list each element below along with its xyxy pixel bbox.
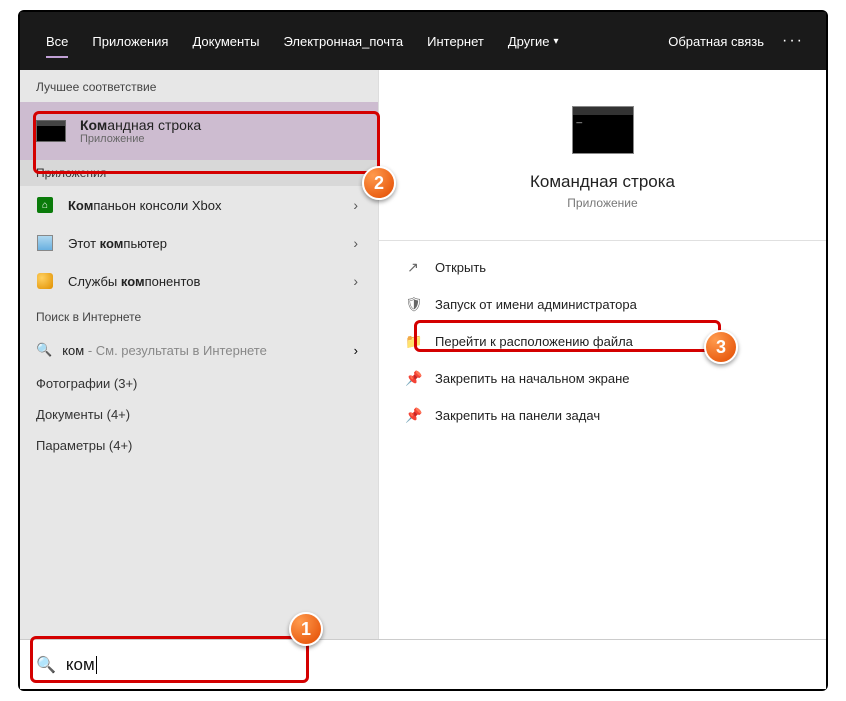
tab-apps[interactable]: Приложения bbox=[80, 12, 180, 70]
chevron-right-icon: › bbox=[353, 273, 358, 289]
folder-icon: 📁 bbox=[405, 333, 421, 350]
category-photos[interactable]: Фотографии (3+) bbox=[20, 368, 378, 399]
search-bar[interactable]: 🔍 ком bbox=[20, 639, 826, 689]
shield-icon: 🛡 bbox=[405, 296, 421, 313]
section-web-search: Поиск в Интернете bbox=[20, 300, 378, 332]
tab-bar: Все Приложения Документы Электронная_поч… bbox=[20, 12, 826, 70]
feedback-link[interactable]: Обратная связь bbox=[658, 34, 774, 49]
pc-icon bbox=[37, 235, 53, 251]
category-settings[interactable]: Параметры (4+) bbox=[20, 430, 378, 461]
chevron-down-icon: ▾ bbox=[553, 36, 558, 47]
pin-icon: 📌 bbox=[405, 370, 421, 387]
action-pin-taskbar[interactable]: 📌 Закрепить на панели задач bbox=[379, 397, 826, 434]
pin-icon: 📌 bbox=[405, 407, 421, 424]
cmd-icon bbox=[36, 120, 66, 142]
section-best-match: Лучшее соответствие bbox=[20, 70, 378, 102]
search-input[interactable]: ком bbox=[66, 655, 97, 675]
divider bbox=[379, 240, 826, 241]
tab-all[interactable]: Все bbox=[34, 12, 80, 70]
detail-panel: Командная строка Приложение ↗ Открыть 🛡 … bbox=[378, 70, 826, 639]
action-open[interactable]: ↗ Открыть bbox=[379, 249, 826, 286]
section-apps: Приложения bbox=[20, 160, 378, 186]
search-icon: 🔍 bbox=[36, 655, 56, 675]
body: Лучшее соответствие Командная строка При… bbox=[20, 70, 826, 639]
tab-other[interactable]: Другие▾ bbox=[496, 12, 571, 70]
category-documents[interactable]: Документы (4+) bbox=[20, 399, 378, 430]
action-run-as-admin[interactable]: 🛡 Запуск от имени администратора bbox=[379, 286, 826, 323]
app-item-component-services[interactable]: Службы компонентов › bbox=[20, 262, 378, 300]
best-match-item[interactable]: Командная строка Приложение bbox=[20, 102, 378, 160]
detail-title: Командная строка bbox=[379, 172, 826, 192]
tab-internet[interactable]: Интернет bbox=[415, 12, 496, 70]
web-search-item[interactable]: 🔍 ком - См. результаты в Интернете › bbox=[20, 332, 378, 368]
component-icon bbox=[37, 273, 53, 289]
more-button[interactable]: ··· bbox=[774, 32, 812, 50]
results-panel: Лучшее соответствие Командная строка При… bbox=[20, 70, 378, 639]
cmd-large-icon bbox=[572, 106, 634, 154]
chevron-right-icon: › bbox=[353, 235, 358, 251]
best-match-text: Командная строка Приложение bbox=[80, 117, 201, 145]
search-window: Все Приложения Документы Электронная_поч… bbox=[18, 10, 828, 691]
xbox-icon: ⌂ bbox=[37, 197, 53, 213]
chevron-right-icon: › bbox=[354, 343, 358, 358]
open-icon: ↗ bbox=[405, 259, 421, 276]
search-icon: 🔍 bbox=[36, 342, 52, 358]
app-item-xbox[interactable]: ⌂ Компаньон консоли Xbox › bbox=[20, 186, 378, 224]
app-item-this-pc[interactable]: Этот компьютер › bbox=[20, 224, 378, 262]
tab-email[interactable]: Электронная_почта bbox=[271, 12, 415, 70]
action-open-location[interactable]: 📁 Перейти к расположению файла bbox=[379, 323, 826, 360]
action-pin-start[interactable]: 📌 Закрепить на начальном экране bbox=[379, 360, 826, 397]
tab-documents[interactable]: Документы bbox=[180, 12, 271, 70]
chevron-right-icon: › bbox=[353, 197, 358, 213]
detail-subtitle: Приложение bbox=[379, 196, 826, 210]
